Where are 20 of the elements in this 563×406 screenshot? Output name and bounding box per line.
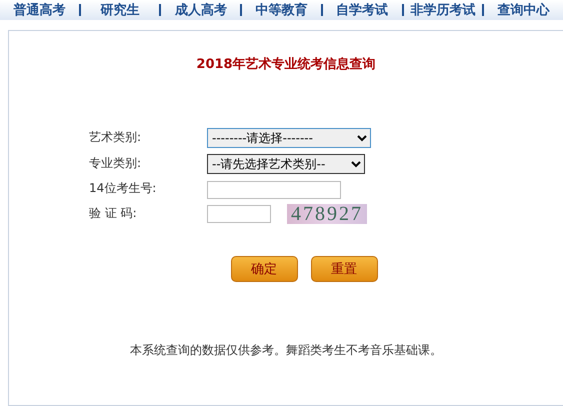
nav-link[interactable]: 查询中心 xyxy=(484,1,563,19)
nav-link[interactable]: 非学历考试 xyxy=(404,1,482,19)
category-select[interactable]: --请先选择艺术类别-- xyxy=(207,154,365,174)
reset-button[interactable]: 重置 xyxy=(310,256,378,282)
notice-text: 本系统查询的数据仅供参考。舞蹈类考生不考音乐基础课。 xyxy=(130,342,442,358)
field-label: 专业类别: xyxy=(89,155,142,172)
captcha-field[interactable] xyxy=(207,204,271,222)
category-select[interactable]: --------请选择------- xyxy=(207,128,371,148)
nav-link[interactable]: 研究生 xyxy=(80,1,160,19)
captcha-code: 478927 xyxy=(287,204,367,224)
page-title: 2018年艺术专业统考信息查询 xyxy=(196,56,376,73)
nav-link[interactable]: 自学考试 xyxy=(322,1,402,19)
nav-link[interactable]: 普通高考 xyxy=(0,1,79,19)
nav-link[interactable]: 成人高考 xyxy=(161,1,240,19)
field-label: 14位考生号: xyxy=(89,180,158,198)
field-label: 验 证 码: xyxy=(89,205,138,222)
nav-link[interactable]: 中等教育 xyxy=(242,1,321,19)
input-field[interactable] xyxy=(207,180,341,198)
field-label: 艺术类别: xyxy=(89,129,142,146)
submit-button[interactable]: 确定 xyxy=(230,256,298,282)
